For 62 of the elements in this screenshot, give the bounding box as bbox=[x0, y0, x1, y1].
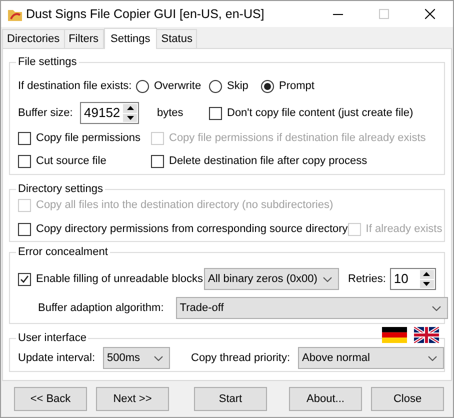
triangle-up-icon bbox=[423, 272, 430, 276]
checkbox[interactable] bbox=[18, 222, 31, 236]
spin-down-button[interactable] bbox=[420, 280, 434, 288]
window-title: Dust Signs File Copier GUI [en-US, en-US] bbox=[26, 6, 264, 23]
close-icon bbox=[425, 9, 435, 19]
dropdown[interactable]: Trade-off bbox=[176, 297, 448, 319]
field-label: Copy thread priority: bbox=[191, 350, 290, 366]
checkbox[interactable] bbox=[18, 154, 31, 168]
checkbox-label: Copy all files into the destination directory (no subdirectories) bbox=[36, 198, 334, 213]
triangle-down-icon bbox=[423, 282, 430, 286]
tab[interactable]: Filters bbox=[64, 29, 104, 48]
checkbox[interactable] bbox=[209, 106, 222, 120]
button[interactable]: Start bbox=[194, 387, 267, 411]
field-label: Update interval: bbox=[18, 350, 96, 366]
radio-label: Prompt bbox=[279, 78, 314, 94]
field-label: Buffer size: bbox=[18, 106, 73, 121]
spin-down-button[interactable] bbox=[123, 114, 137, 122]
field-label: Buffer adaption algorithm: bbox=[38, 300, 164, 316]
radio-button[interactable] bbox=[209, 80, 222, 92]
group-title: File settings bbox=[16, 54, 79, 70]
group-title: Directory settings bbox=[16, 181, 105, 198]
flag-icon bbox=[382, 327, 407, 343]
checkbox-label: Enable filling of unreadable blocks bbox=[36, 272, 203, 287]
tab[interactable]: Settings bbox=[104, 28, 158, 49]
radio-button[interactable] bbox=[261, 80, 274, 92]
number-field[interactable]: 10 bbox=[390, 268, 436, 290]
spin-up-button[interactable] bbox=[420, 270, 434, 278]
checkbox[interactable] bbox=[151, 154, 164, 168]
checkbox[interactable] bbox=[18, 272, 31, 286]
radio-button[interactable] bbox=[136, 80, 149, 92]
button[interactable]: About... bbox=[289, 387, 362, 411]
dropdown[interactable]: Above normal bbox=[298, 347, 444, 369]
checkbox-label: Don't copy file content (just create file) bbox=[227, 106, 414, 121]
button[interactable]: << Back bbox=[14, 387, 87, 411]
chevron-down-icon bbox=[323, 276, 332, 282]
chevron-down-icon bbox=[428, 356, 438, 360]
unit-label: bytes bbox=[157, 106, 184, 121]
tab[interactable]: Directories bbox=[2, 29, 65, 48]
checkbox-label: If already exists bbox=[366, 222, 442, 237]
chevron-down-icon bbox=[154, 356, 163, 360]
dropdown[interactable]: 500ms bbox=[103, 347, 170, 369]
radio-label: Overwrite bbox=[154, 78, 202, 94]
checkmark-icon bbox=[20, 274, 29, 284]
field-label: If destination file exists: bbox=[18, 78, 132, 94]
dropdown[interactable]: All binary zeros (0x00) bbox=[204, 268, 339, 290]
button[interactable]: Close bbox=[371, 387, 444, 411]
checkbox-label: Copy file permissions if destination file already exists bbox=[169, 130, 426, 146]
number-field[interactable]: 49152 bbox=[80, 102, 139, 124]
checkbox-label: Cut source file bbox=[36, 154, 106, 169]
checkbox-label: Copy file permissions bbox=[36, 130, 141, 146]
checkbox-label: Copy directory permissions from corresponding source directory bbox=[36, 222, 348, 237]
tab[interactable]: Status bbox=[156, 29, 198, 48]
chevron-down-icon bbox=[432, 306, 441, 310]
checkbox[interactable] bbox=[18, 132, 31, 144]
triangle-down-icon bbox=[126, 116, 134, 120]
button[interactable]: Next >> bbox=[96, 387, 169, 411]
checkbox-label: Delete destination file after copy process bbox=[169, 154, 368, 169]
spin-up-button[interactable] bbox=[123, 104, 137, 112]
triangle-up-icon bbox=[126, 106, 134, 110]
radio-label: Skip bbox=[227, 78, 248, 94]
maximize-icon bbox=[379, 9, 389, 19]
field-label: Retries: bbox=[348, 272, 386, 287]
